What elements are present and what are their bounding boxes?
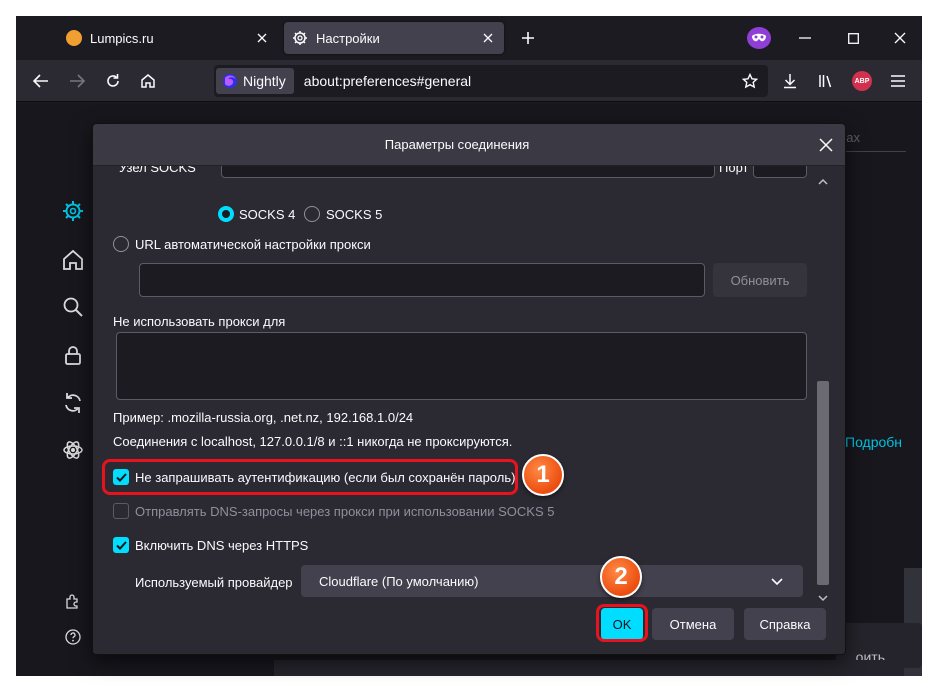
provider-value: Cloudflare (По умолчанию) <box>319 573 479 589</box>
socks5-radio[interactable] <box>304 206 320 222</box>
chevron-down-icon <box>769 573 785 589</box>
badge-number: 1 <box>536 461 550 488</box>
socks-port-input[interactable] <box>753 166 807 178</box>
close-icon[interactable] <box>480 30 496 46</box>
nightly-logo-icon <box>222 73 238 89</box>
port-label: Порт <box>719 166 749 175</box>
minimize-button[interactable] <box>795 28 815 48</box>
home-button[interactable] <box>136 69 160 93</box>
provider-label: Используемый провайдер <box>135 575 293 590</box>
socks5-label: SOCKS 5 <box>326 207 383 222</box>
new-tab-button[interactable] <box>516 26 540 50</box>
socks-dns-checkbox[interactable] <box>113 503 129 519</box>
dialog-title: Параметры соединения <box>384 137 530 152</box>
private-browsing-icon <box>747 27 771 49</box>
auto-proxy-radio[interactable] <box>113 236 129 252</box>
library-button[interactable] <box>814 69 838 93</box>
example-text: Пример: .mozilla-russia.org, .net.nz, 19… <box>113 410 414 425</box>
tab-label: Настройки <box>316 30 380 46</box>
identity-box[interactable]: Nightly <box>216 68 294 94</box>
doh-checkbox[interactable] <box>113 537 129 553</box>
tab-label: Lumpics.ru <box>90 30 154 46</box>
auto-proxy-url-input[interactable] <box>139 263 705 297</box>
step-badge-1: 1 <box>522 454 564 496</box>
auto-proxy-label: URL автоматической настройки прокси <box>135 237 371 252</box>
gear-icon <box>292 30 308 46</box>
reload-button[interactable] <box>101 69 125 93</box>
highlight-no-auth <box>102 459 518 495</box>
close-icon[interactable] <box>254 30 270 46</box>
no-proxy-textarea[interactable] <box>116 332 807 400</box>
scroll-down-icon <box>818 595 828 602</box>
socks-host-input[interactable] <box>221 166 715 178</box>
downloads-button[interactable] <box>778 69 802 93</box>
bookmark-star-button[interactable] <box>738 69 762 93</box>
tab-lumpics[interactable]: Lumpics.ru <box>58 22 278 54</box>
provider-select[interactable]: Cloudflare (По умолчанию) <box>301 565 803 597</box>
cancel-button[interactable]: Отмена <box>652 608 734 640</box>
identity-label: Nightly <box>243 73 286 89</box>
address-bar[interactable]: Nightly about:preferences#general <box>214 65 768 97</box>
close-icon[interactable] <box>815 134 837 156</box>
abp-label: ABP <box>854 77 870 85</box>
window-close-button[interactable] <box>890 28 910 48</box>
url-text: about:preferences#general <box>303 73 472 89</box>
nav-toolbar: Nightly about:preferences#general ABP <box>16 60 922 102</box>
dialog-scroll-area: Узел SOCKS Порт SOCKS 4 SOCKS 5 URL авто… <box>93 166 845 601</box>
highlight-ok-button <box>596 604 648 642</box>
localhost-note: Соединения с localhost, 127.0.0.1/8 и ::… <box>113 434 513 449</box>
menu-hamburger-button[interactable] <box>886 69 910 93</box>
maximize-button[interactable] <box>843 28 863 48</box>
help-button[interactable]: Справка <box>744 608 826 640</box>
forward-button[interactable] <box>65 69 89 93</box>
socks4-label: SOCKS 4 <box>239 207 296 222</box>
socks4-radio[interactable] <box>218 206 234 222</box>
adblock-plus-icon[interactable]: ABP <box>852 71 872 91</box>
dialog-header: Параметры соединения <box>93 124 845 166</box>
reload-button[interactable]: Обновить <box>713 263 807 297</box>
scroll-up-icon <box>818 178 828 185</box>
badge-number: 2 <box>614 563 628 590</box>
socks-dns-label: Отправлять DNS-запросы через прокси при … <box>135 504 555 519</box>
scroll-thumb[interactable] <box>817 381 829 585</box>
doh-label: Включить DNS через HTTPS <box>135 538 309 553</box>
dialog-scrollbar[interactable] <box>815 176 831 608</box>
connection-settings-dialog: Параметры соединения Узел SOCKS Порт SOC… <box>92 123 846 655</box>
no-proxy-label: Не использовать прокси для <box>113 314 286 329</box>
back-button[interactable] <box>29 69 53 93</box>
lumpics-favicon-icon <box>66 30 82 46</box>
step-badge-2: 2 <box>600 556 642 598</box>
socks-host-label: Узел SOCKS <box>119 166 196 175</box>
tab-settings[interactable]: Настройки <box>284 22 504 54</box>
tab-strip: Lumpics.ru Настройки <box>16 16 922 60</box>
